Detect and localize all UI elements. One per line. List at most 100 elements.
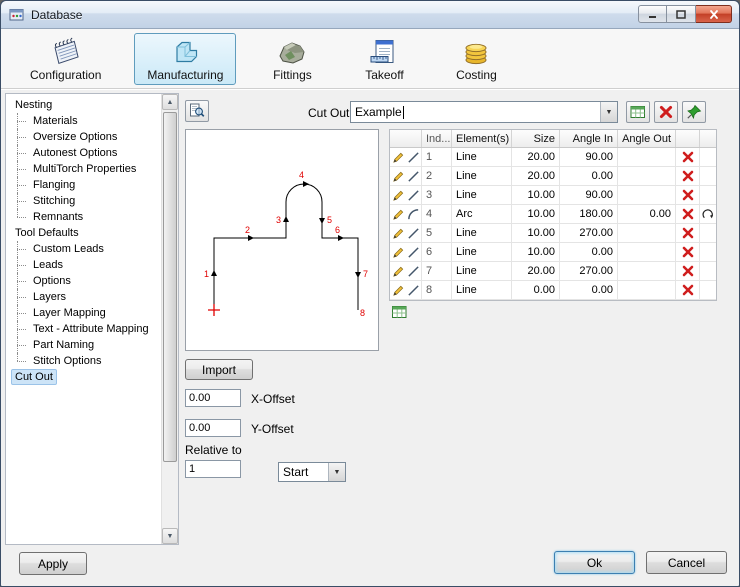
row-index: 3 bbox=[422, 186, 452, 204]
sidebar-item-layer-mapping[interactable]: Layer Mapping bbox=[6, 305, 161, 321]
row-element: Line bbox=[452, 186, 512, 204]
pin-cutout-button[interactable] bbox=[682, 101, 706, 123]
row-element: Line bbox=[452, 167, 512, 185]
preview-drawing: 1 2 3 4 56 7 8 bbox=[204, 170, 368, 318]
pencil-icon[interactable] bbox=[392, 189, 405, 202]
relative-to-input[interactable] bbox=[185, 460, 241, 478]
sidebar-item-text-attribute-mapping[interactable]: Text - Attribute Mapping bbox=[6, 321, 161, 337]
table-row: 5 Line 10.00 270.00 bbox=[390, 224, 716, 243]
pencil-icon[interactable] bbox=[392, 227, 405, 240]
row-extra-cell bbox=[700, 148, 716, 166]
apply-button[interactable]: Apply bbox=[19, 552, 87, 575]
sidebar-item-remnants[interactable]: Remnants bbox=[6, 209, 161, 225]
sidebar-item-oversize-options[interactable]: Oversize Options bbox=[6, 129, 161, 145]
row-edit-cell[interactable] bbox=[390, 205, 422, 223]
relative-mode-dropdown-button[interactable]: ▼ bbox=[328, 463, 345, 481]
sidebar-item-cut-out[interactable]: Cut Out bbox=[6, 369, 161, 385]
row-index: 8 bbox=[422, 281, 452, 299]
pin-icon bbox=[686, 104, 702, 120]
import-button[interactable]: Import bbox=[185, 359, 253, 380]
row-edit-cell[interactable] bbox=[390, 186, 422, 204]
sidebar-item-materials[interactable]: Materials bbox=[6, 113, 161, 129]
scroll-down-button[interactable]: ▼ bbox=[162, 528, 178, 544]
pencil-icon[interactable] bbox=[392, 208, 405, 221]
tab-costing[interactable]: Costing bbox=[440, 33, 512, 85]
pencil-icon[interactable] bbox=[392, 265, 405, 278]
tab-manufacturing[interactable]: Manufacturing bbox=[134, 32, 237, 85]
sidebar: Nesting Materials Oversize Options Autonest… bbox=[5, 93, 179, 545]
delete-row-button[interactable] bbox=[676, 205, 700, 223]
pencil-icon[interactable] bbox=[392, 284, 405, 297]
scroll-thumb[interactable] bbox=[163, 112, 177, 462]
sidebar-item-layers[interactable]: Layers bbox=[6, 289, 161, 305]
add-element-button[interactable] bbox=[391, 304, 409, 320]
scroll-up-button[interactable]: ▲ bbox=[162, 94, 178, 110]
row-index: 4 bbox=[422, 205, 452, 223]
sidebar-scrollbar: ▲ ▼ bbox=[161, 94, 178, 544]
sidebar-item-stitch-options[interactable]: Stitch Options bbox=[6, 353, 161, 369]
sidebar-item-nesting[interactable]: Nesting bbox=[6, 97, 161, 113]
sidebar-item-label: Options bbox=[33, 275, 71, 287]
sidebar-item-leads[interactable]: Leads bbox=[6, 257, 161, 273]
sidebar-item-part-naming[interactable]: Part Naming bbox=[6, 337, 161, 353]
row-edit-cell[interactable] bbox=[390, 148, 422, 166]
costing-icon bbox=[459, 37, 493, 67]
delete-cutout-button[interactable] bbox=[654, 101, 678, 123]
sidebar-item-flanging[interactable]: Flanging bbox=[6, 177, 161, 193]
sidebar-item-label: Stitching bbox=[33, 195, 76, 207]
delete-row-button[interactable] bbox=[676, 224, 700, 242]
minimize-button[interactable] bbox=[638, 5, 667, 23]
tab-takeoff[interactable]: Takeoff bbox=[348, 33, 420, 85]
row-edit-cell[interactable] bbox=[390, 262, 422, 280]
sidebar-item-autonest-options[interactable]: Autonest Options bbox=[6, 145, 161, 161]
svg-text:6: 6 bbox=[335, 225, 340, 235]
row-edit-cell[interactable] bbox=[390, 243, 422, 261]
pencil-icon[interactable] bbox=[392, 246, 405, 259]
row-edit-cell[interactable] bbox=[390, 224, 422, 242]
sidebar-item-stitching[interactable]: Stitching bbox=[6, 193, 161, 209]
relative-mode-combobox[interactable]: Start ▼ bbox=[278, 462, 346, 482]
row-size: 10.00 bbox=[512, 224, 560, 242]
row-size: 20.00 bbox=[512, 167, 560, 185]
close-button[interactable] bbox=[696, 5, 732, 23]
row-edit-cell[interactable] bbox=[390, 167, 422, 185]
new-cutout-button[interactable] bbox=[626, 101, 650, 123]
row-edit-cell[interactable] bbox=[390, 281, 422, 299]
delete-row-button[interactable] bbox=[676, 186, 700, 204]
delete-row-button[interactable] bbox=[676, 243, 700, 261]
preview-zoom-button[interactable] bbox=[185, 100, 209, 122]
sidebar-tree: Nesting Materials Oversize Options Autonest… bbox=[6, 94, 161, 544]
sidebar-item-custom-leads[interactable]: Custom Leads bbox=[6, 241, 161, 257]
line-glyph-icon bbox=[407, 246, 420, 259]
pencil-icon[interactable] bbox=[392, 170, 405, 183]
row-angle-in: 270.00 bbox=[560, 224, 618, 242]
row-angle-out bbox=[618, 224, 676, 242]
toolbar-tabs: Configuration Manufacturing Fittings Tak… bbox=[1, 29, 739, 89]
delete-row-button[interactable] bbox=[676, 148, 700, 166]
row-extra-cell bbox=[700, 262, 716, 280]
delete-row-button[interactable] bbox=[676, 167, 700, 185]
sidebar-item-label: Oversize Options bbox=[33, 131, 118, 143]
col-element: Element(s) bbox=[452, 130, 512, 147]
tab-fittings[interactable]: Fittings bbox=[256, 33, 328, 85]
delete-row-button[interactable] bbox=[676, 281, 700, 299]
row-element: Line bbox=[452, 243, 512, 261]
maximize-button[interactable] bbox=[667, 5, 696, 23]
sidebar-item-tool-defaults[interactable]: Tool Defaults bbox=[6, 225, 161, 241]
x-offset-input[interactable] bbox=[185, 389, 241, 407]
ok-button[interactable]: Ok bbox=[554, 551, 635, 574]
combo-dropdown-button[interactable]: ▼ bbox=[600, 102, 617, 122]
cutout-combobox[interactable]: Example ▼ bbox=[350, 101, 618, 123]
window-title: Database bbox=[31, 7, 83, 22]
pencil-icon[interactable] bbox=[392, 151, 405, 164]
svg-text:2: 2 bbox=[245, 225, 250, 235]
arc-direction-button[interactable] bbox=[700, 205, 716, 223]
tab-configuration[interactable]: Configuration bbox=[17, 33, 114, 85]
sidebar-item-multitorch-properties[interactable]: MultiTorch Properties bbox=[6, 161, 161, 177]
database-window: Database Configuration Manufacturing Fit… bbox=[0, 0, 740, 587]
y-offset-input[interactable] bbox=[185, 419, 241, 437]
cancel-button[interactable]: Cancel bbox=[646, 551, 727, 574]
row-index: 5 bbox=[422, 224, 452, 242]
sidebar-item-options[interactable]: Options bbox=[6, 273, 161, 289]
delete-row-button[interactable] bbox=[676, 262, 700, 280]
